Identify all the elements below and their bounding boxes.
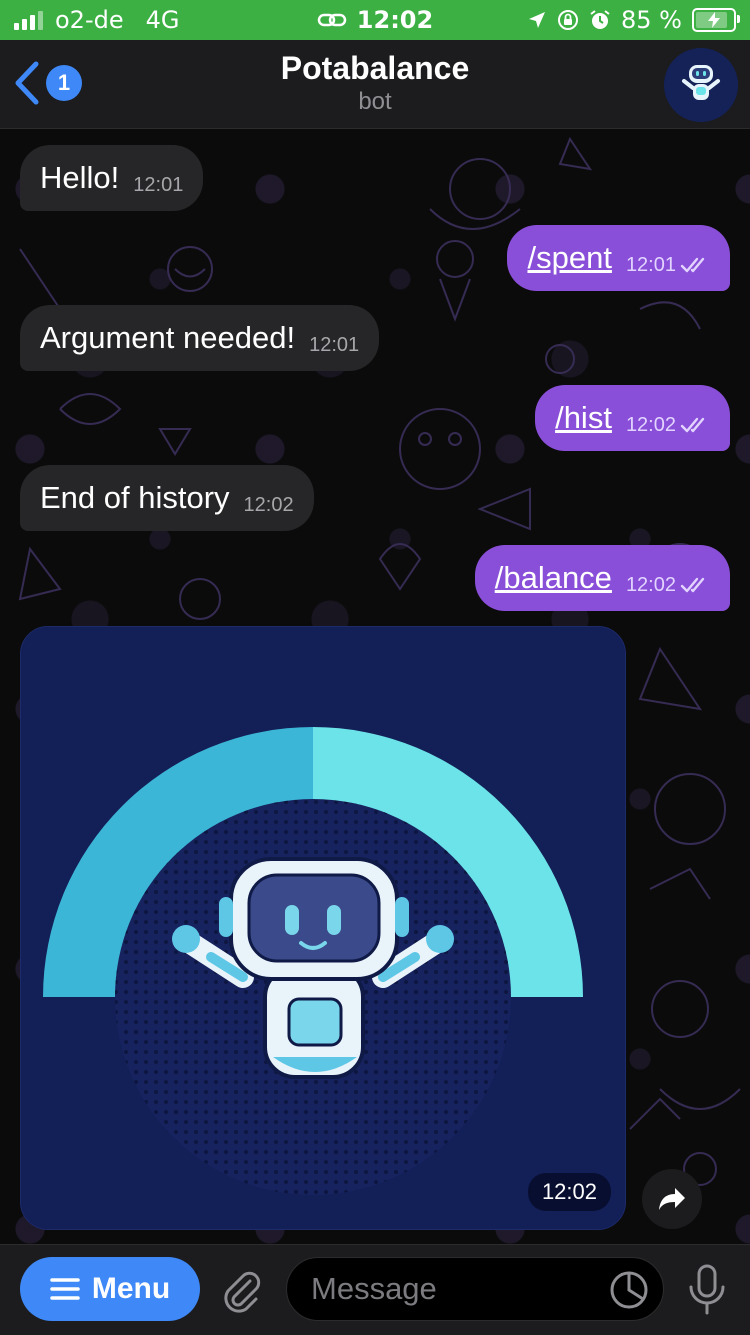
message-bubble[interactable]: /hist 12:02 [535, 385, 730, 451]
link-icon [317, 13, 347, 27]
hamburger-menu-icon [50, 1278, 80, 1300]
microphone-icon[interactable] [686, 1263, 728, 1317]
bot-avatar[interactable] [664, 48, 738, 122]
forward-arrow-icon [659, 1188, 685, 1210]
chat-title: Potabalance [280, 50, 470, 86]
double-check-icon [680, 417, 705, 433]
status-bar-left: o2-de 4G [14, 0, 180, 40]
message-time: 12:02 [625, 413, 676, 436]
carrier-name: o2-de [55, 6, 124, 34]
orientation-lock-icon [558, 10, 579, 30]
command-link[interactable]: /spent [527, 240, 611, 276]
signal-strength-icon [14, 10, 43, 30]
battery-percent: 85 % [621, 6, 682, 34]
status-bar-right: 85 % [527, 0, 740, 40]
battery-charging-icon [692, 8, 740, 32]
message-time: 12:01 [309, 333, 360, 356]
menu-button-label: Menu [91, 1272, 171, 1305]
robot-avatar-icon [664, 48, 738, 122]
double-check-icon [680, 577, 705, 593]
message-time: 12:02 [243, 493, 294, 516]
photo-message-time: 12:02 [527, 1173, 611, 1211]
message-bubble[interactable]: /balance 12:02 [474, 545, 730, 611]
message-time: 12:01 [133, 173, 184, 196]
bot-menu-button[interactable]: Menu [20, 1257, 200, 1321]
forward-button[interactable] [642, 1169, 702, 1229]
chat-area[interactable]: Hello! 12:01 /spent 12:01 Argument neede… [0, 129, 750, 1244]
double-check-icon [680, 257, 705, 273]
chat-title-block[interactable]: Potabalance bot [0, 48, 750, 116]
balance-gauge-image [21, 627, 625, 1229]
location-arrow-icon [529, 12, 546, 28]
alarm-icon [590, 10, 610, 29]
message-time: 12:02 [625, 573, 676, 596]
message-time: 12:01 [625, 253, 676, 276]
clock: 12:02 [356, 6, 434, 34]
message-bubble[interactable]: /spent 12:01 [507, 225, 730, 291]
chat-header: 1 Potabalance bot [0, 40, 750, 129]
message-bubble[interactable]: Hello! 12:01 [20, 145, 204, 211]
status-bar: o2-de 4G 12:02 85 % [0, 0, 750, 40]
message-bubble[interactable]: Argument needed! 12:01 [20, 305, 380, 371]
command-link[interactable]: /hist [555, 400, 612, 436]
chat-subtitle: bot [358, 88, 392, 115]
network-type: 4G [145, 6, 180, 34]
message-text: End of history [40, 480, 230, 515]
charging-bolt-icon [708, 12, 720, 28]
sticker-icon[interactable] [608, 1269, 650, 1311]
command-link[interactable]: /balance [495, 560, 612, 596]
photo-message[interactable]: 12:02 [20, 626, 626, 1230]
input-bar: Menu [0, 1244, 750, 1335]
message-bubble[interactable]: End of history 12:02 [20, 465, 314, 531]
message-text: Argument needed! [40, 320, 296, 355]
paperclip-icon[interactable] [218, 1267, 264, 1313]
message-text: Hello! [40, 160, 120, 195]
